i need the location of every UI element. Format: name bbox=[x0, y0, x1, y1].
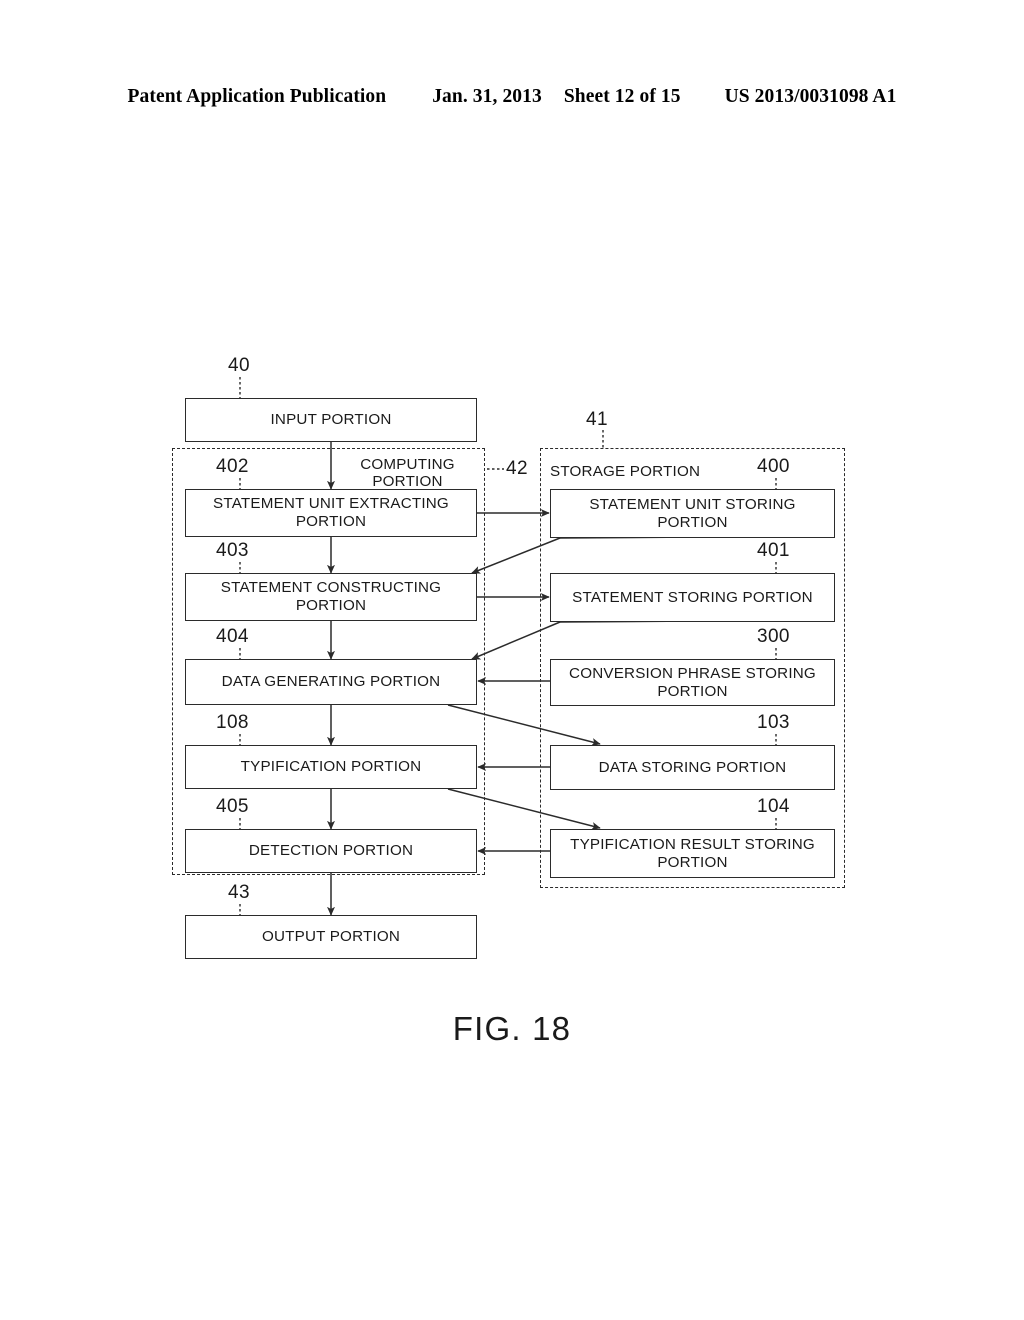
node-output-portion[interactable]: OUTPUT PORTION bbox=[185, 915, 477, 959]
diagram-connectors bbox=[239, 377, 777, 916]
node-detection-portion-label: DETECTION PORTION bbox=[248, 842, 414, 860]
node-data-storing-portion[interactable]: DATA STORING PORTION bbox=[550, 745, 835, 790]
node-conversion-phrase-storing-portion[interactable]: CONVERSION PHRASE STORING PORTION bbox=[550, 659, 835, 706]
ref-numeral-402: 402 bbox=[216, 456, 249, 477]
node-input-portion[interactable]: INPUT PORTION bbox=[185, 398, 477, 442]
ref-numeral-104: 104 bbox=[757, 796, 790, 817]
storage-portion-title: STORAGE PORTION bbox=[550, 463, 701, 480]
node-statement-unit-extracting-portion[interactable]: STATEMENT UNIT EXTRACTING PORTION bbox=[185, 489, 477, 537]
ref-numeral-108: 108 bbox=[216, 712, 249, 733]
node-statement-storing-portion[interactable]: STATEMENT STORING PORTION bbox=[550, 573, 835, 622]
computing-portion-title: COMPUTING PORTION bbox=[360, 456, 455, 491]
node-statement-unit-storing-portion[interactable]: STATEMENT UNIT STORING PORTION bbox=[550, 489, 835, 538]
node-data-generating-portion-label: DATA GENERATING PORTION bbox=[221, 673, 441, 691]
node-typification-result-storing-portion[interactable]: TYPIFICATION RESULT STORING PORTION bbox=[550, 829, 835, 878]
node-typification-result-storing-portion-label: TYPIFICATION RESULT STORING PORTION bbox=[570, 835, 815, 871]
ref-numeral-43: 43 bbox=[228, 882, 250, 903]
ref-numeral-403: 403 bbox=[216, 540, 249, 561]
ref-numeral-401: 401 bbox=[757, 540, 790, 561]
node-statement-storing-portion-label: STATEMENT STORING PORTION bbox=[572, 588, 813, 606]
node-typification-portion-label: TYPIFICATION PORTION bbox=[240, 758, 422, 776]
node-data-storing-portion-label: DATA STORING PORTION bbox=[598, 758, 787, 776]
node-statement-constructing-portion-label: STATEMENT CONSTRUCTING PORTION bbox=[220, 579, 442, 614]
ref-numeral-404: 404 bbox=[216, 626, 249, 647]
node-detection-portion[interactable]: DETECTION PORTION bbox=[185, 829, 477, 873]
ref-numeral-400: 400 bbox=[757, 456, 790, 477]
figure-caption: FIG. 18 bbox=[452, 1010, 572, 1047]
figure-18-diagram: COMPUTING PORTION STORAGE PORTION INPUT … bbox=[0, 0, 1024, 1320]
node-data-generating-portion[interactable]: DATA GENERATING PORTION bbox=[185, 659, 477, 705]
ref-numeral-42: 42 bbox=[506, 458, 528, 479]
node-statement-unit-storing-portion-label: STATEMENT UNIT STORING PORTION bbox=[589, 495, 796, 531]
node-statement-unit-extracting-portion-label: STATEMENT UNIT EXTRACTING PORTION bbox=[213, 495, 449, 530]
ref-numeral-40: 40 bbox=[228, 355, 250, 376]
ref-numeral-41: 41 bbox=[586, 409, 608, 430]
node-conversion-phrase-storing-portion-label: CONVERSION PHRASE STORING PORTION bbox=[569, 664, 816, 700]
node-input-portion-label: INPUT PORTION bbox=[270, 411, 392, 429]
node-statement-constructing-portion[interactable]: STATEMENT CONSTRUCTING PORTION bbox=[185, 573, 477, 621]
node-output-portion-label: OUTPUT PORTION bbox=[261, 928, 401, 946]
ref-numeral-405: 405 bbox=[216, 796, 249, 817]
ref-numeral-103: 103 bbox=[757, 712, 790, 733]
node-typification-portion[interactable]: TYPIFICATION PORTION bbox=[185, 745, 477, 789]
ref-numeral-300: 300 bbox=[757, 626, 790, 647]
